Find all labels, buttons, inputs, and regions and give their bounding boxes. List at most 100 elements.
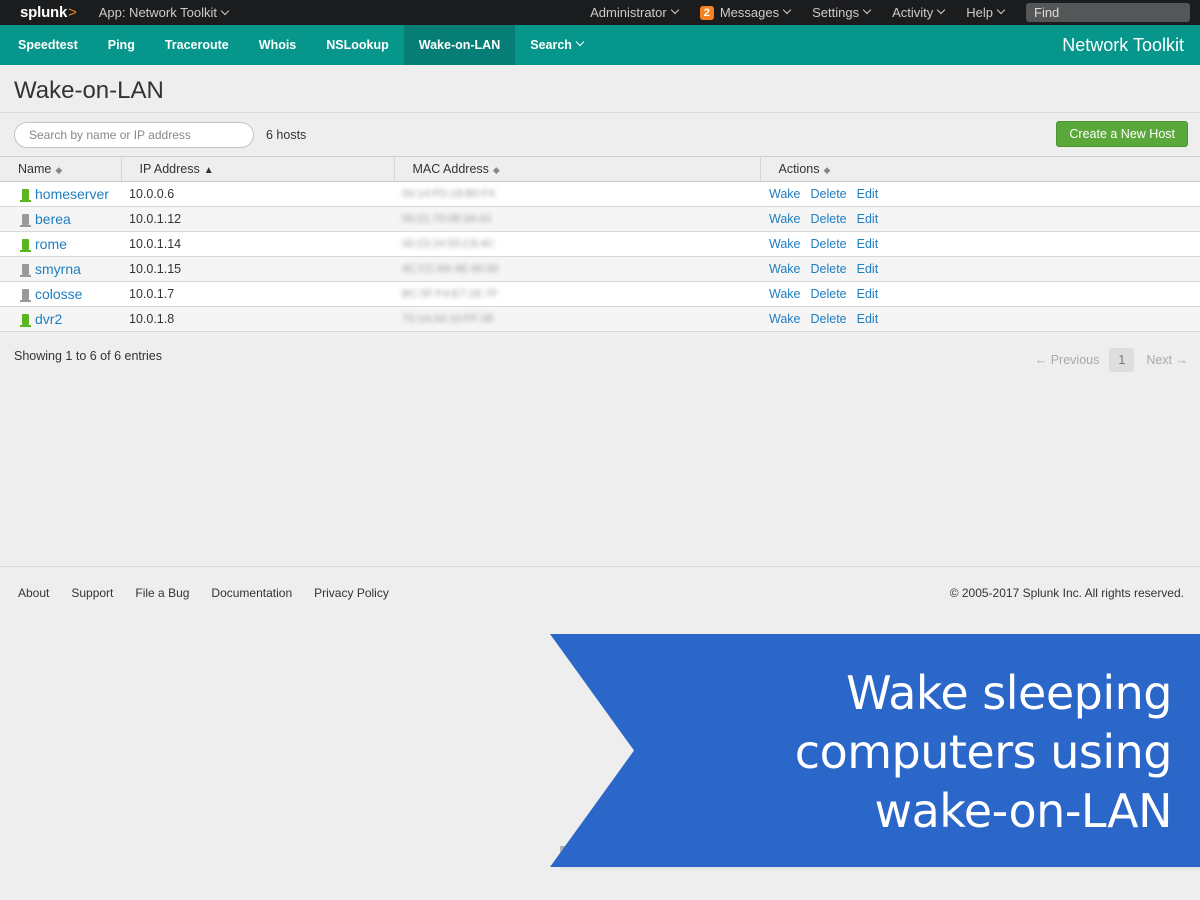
footer-link-support[interactable]: Support	[71, 586, 113, 600]
column-header-name[interactable]: Name ◆	[0, 156, 122, 182]
nav-search-label: Search	[530, 38, 572, 52]
delete-button[interactable]: Delete	[811, 187, 847, 201]
mac-address-cell: 00:14:FD:18:B0:F4	[402, 188, 495, 200]
host-name-link[interactable]: berea	[35, 211, 71, 227]
host-name-cell: rome	[0, 232, 121, 257]
entries-summary: Showing 1 to 6 of 6 entries	[14, 349, 163, 363]
host-name-link[interactable]: colosse	[35, 286, 82, 302]
find-input[interactable]	[1026, 3, 1190, 22]
sort-icon: ◆	[823, 165, 831, 175]
table-row: dvr2 10.0.1.8 70:1A:04:10:FF:28 Wake Delete E…	[0, 306, 1200, 332]
edit-button[interactable]: Edit	[857, 287, 879, 301]
user-menu[interactable]: Administrator	[590, 5, 679, 20]
app-nav-bar: Speedtest Ping Traceroute Whois NSLookup…	[0, 25, 1200, 65]
host-search-input[interactable]	[14, 121, 254, 148]
logo-text: splunk	[20, 4, 68, 21]
nav-nslookup[interactable]: NSLookup	[311, 25, 404, 65]
host-name-link[interactable]: homeserver	[35, 186, 109, 202]
table-row: homeserver 10.0.0.6 00:14:FD:18:B0:F4 Wake D…	[0, 181, 1200, 207]
computer-icon	[20, 214, 31, 227]
computer-icon	[20, 264, 31, 277]
chevron-down-icon	[220, 6, 230, 16]
previous-page-button[interactable]: ← Previous	[1035, 353, 1100, 367]
delete-button[interactable]: Delete	[811, 212, 847, 226]
mac-address-cell: 70:1A:04:10:FF:28	[402, 313, 494, 325]
wake-button[interactable]: Wake	[769, 237, 801, 251]
settings-menu[interactable]: Settings	[812, 5, 872, 20]
footer-link-privacy-policy[interactable]: Privacy Policy	[314, 586, 389, 600]
activity-menu[interactable]: Activity	[892, 5, 946, 20]
edit-button[interactable]: Edit	[857, 237, 879, 251]
edit-button[interactable]: Edit	[857, 312, 879, 326]
actions-cell: Wake Delete Edit	[760, 207, 1200, 232]
computer-icon	[20, 289, 31, 302]
column-header-actions[interactable]: Actions ◆	[760, 157, 1200, 182]
banner-line: wake-on-LAN	[874, 784, 1172, 838]
host-count: 6 hosts	[266, 127, 307, 142]
messages-label: Messages	[719, 5, 780, 20]
host-name-link[interactable]: rome	[35, 236, 67, 252]
column-header-ip[interactable]: IP Address ▲	[121, 156, 395, 182]
messages-menu[interactable]: 2 Messages	[699, 5, 792, 20]
footer-link-about[interactable]: About	[18, 586, 49, 600]
delete-button[interactable]: Delete	[811, 262, 847, 276]
table-toolbar: 6 hosts Create a New Host	[0, 113, 1200, 156]
banner-line: Wake sleeping	[846, 666, 1172, 720]
footer: About Support File a Bug Documentation P…	[0, 566, 1200, 618]
table-info-row: Showing 1 to 6 of 6 entries ← Previous 1…	[0, 332, 1200, 382]
table-row: rome 10.0.1.14 00:23:24:55:C8:4C Wake Delete…	[0, 231, 1200, 257]
computer-icon	[20, 239, 31, 252]
create-new-host-button[interactable]: Create a New Host	[1056, 121, 1188, 147]
sort-icon: ◆	[492, 165, 500, 175]
wake-button[interactable]: Wake	[769, 262, 801, 276]
host-name-link[interactable]: smyrna	[35, 261, 81, 277]
nav-speedtest[interactable]: Speedtest	[0, 25, 93, 65]
column-header-label: IP Address	[139, 162, 200, 176]
nav-wake-on-lan[interactable]: Wake-on-LAN	[403, 25, 516, 65]
column-header-label: Name	[18, 162, 52, 176]
sort-ascending-icon: ▲	[203, 165, 214, 176]
wake-button[interactable]: Wake	[769, 187, 801, 201]
hosts-table: Name ◆ IP Address ▲ MAC Address ◆ Actions ◆ …	[0, 156, 1200, 332]
table-row: berea 10.0.1.12 00:21:70:08:3A:61 Wake Delet…	[0, 206, 1200, 232]
column-header-mac[interactable]: MAC Address ◆	[394, 156, 761, 182]
column-header-label: MAC Address	[412, 162, 489, 176]
host-name-cell: berea	[0, 207, 121, 232]
actions-cell: Wake Delete Edit	[760, 307, 1200, 332]
delete-button[interactable]: Delete	[811, 287, 847, 301]
wake-button[interactable]: Wake	[769, 312, 801, 326]
wake-button[interactable]: Wake	[769, 212, 801, 226]
table-row: smyrna 10.0.1.15 4C:CC:6A:4E:40:30 Wake Dele…	[0, 256, 1200, 282]
host-name-link[interactable]: dvr2	[35, 311, 62, 327]
edit-button[interactable]: Edit	[857, 187, 879, 201]
delete-button[interactable]: Delete	[811, 237, 847, 251]
nav-search[interactable]: Search	[515, 25, 598, 65]
page-number-button[interactable]: 1	[1109, 348, 1135, 372]
logo-mark: >	[68, 4, 77, 21]
mac-address-cell: BC:5F:F4:E7:1E:7F	[402, 288, 498, 300]
nav-whois[interactable]: Whois	[244, 25, 312, 65]
wake-button[interactable]: Wake	[769, 287, 801, 301]
next-page-button[interactable]: Next →	[1146, 353, 1188, 367]
table-body: homeserver 10.0.0.6 00:14:FD:18:B0:F4 Wake D…	[0, 181, 1200, 332]
edit-button[interactable]: Edit	[857, 212, 879, 226]
app-menu[interactable]: App: Network Toolkit	[98, 5, 230, 20]
nav-traceroute[interactable]: Traceroute	[150, 25, 244, 65]
host-name-cell: smyrna	[0, 257, 121, 282]
help-menu[interactable]: Help	[966, 5, 1006, 20]
delete-button[interactable]: Delete	[811, 312, 847, 326]
splunk-logo[interactable]: splunk>	[20, 4, 77, 21]
nav-ping[interactable]: Ping	[93, 25, 150, 65]
page-title: Wake-on-LAN	[0, 65, 1200, 113]
pagination: ← Previous 1 Next →	[1035, 348, 1188, 372]
edit-button[interactable]: Edit	[857, 262, 879, 276]
footer-link-file-a-bug[interactable]: File a Bug	[135, 586, 189, 600]
footer-link-documentation[interactable]: Documentation	[211, 586, 292, 600]
settings-label: Settings	[812, 5, 860, 20]
banner-line: computers using	[794, 725, 1173, 779]
ip-address-cell: 10.0.1.15	[129, 262, 182, 276]
host-name-cell: homeserver	[0, 182, 121, 207]
actions-cell: Wake Delete Edit	[760, 182, 1200, 207]
chevron-down-icon	[937, 5, 946, 14]
app-menu-label: App: Network Toolkit	[98, 5, 217, 20]
